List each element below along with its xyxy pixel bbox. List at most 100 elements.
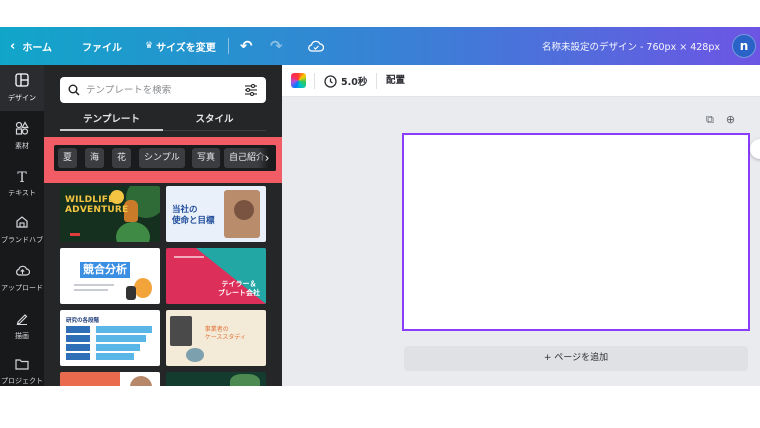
template-text: 事業者の ケーススタディ [204,326,246,341]
cloud-saved-icon[interactable] [308,27,324,65]
template-card-case-study[interactable]: 事業者の ケーススタディ [166,310,266,366]
template-text: 当社の 使命と目標 [172,205,215,226]
editor-area: 5.0秒 配置 ⧉ ⊕ + ページを追加 [282,65,760,386]
flow-bar [96,353,134,360]
brand-icon [15,215,29,233]
template-text: WILDLIFE ADVENTURE [65,195,129,215]
toolbar-divider [376,73,377,89]
toolbar-divider [314,73,315,89]
tab-styles[interactable]: スタイル [163,109,266,131]
illustration-shape [126,286,136,300]
rail-label-upload: アップロード [1,283,43,292]
flow-step [66,353,90,360]
home-label: ホーム [22,42,53,54]
rail-label-text: テキスト [8,189,36,197]
chip-row: 夏 海 花 シンプル 写真 自己紹介 › [54,145,276,171]
filter-sliders-icon[interactable] [244,84,258,96]
chip-simple[interactable]: シンプル [139,148,185,168]
draw-icon [15,311,29,329]
chevron-right-icon[interactable]: › [258,145,276,171]
text-line [74,284,114,286]
color-picker-icon[interactable] [291,73,306,88]
file-menu-button[interactable]: ファイル [82,27,122,65]
leaf-shape [116,222,150,242]
home-button[interactable]: ‹ ホーム [10,27,52,65]
topbar-divider [228,38,229,54]
upload-icon [15,264,30,281]
add-page-icon[interactable]: ⊕ [726,113,735,127]
app-window: ‹ ホーム ファイル ♛ サイズを変更 ↶ ↷ 名称未設定のデザイン - 760… [0,27,760,386]
rail-item-draw[interactable]: 描画 [0,303,44,349]
chip-flower[interactable]: 花 [112,148,132,168]
position-button[interactable]: 配置 [386,65,405,97]
photo-shape [230,374,260,386]
document-title[interactable]: 名称未設定のデザイン - 760px × 428px [542,27,720,65]
text-line [74,289,108,291]
tab-templates[interactable]: テンプレート [60,109,163,131]
rail-item-projects[interactable]: プロジェクト [0,349,44,386]
layout-icon [15,73,29,91]
rail-item-design[interactable]: デザイン [0,65,44,111]
undo-icon[interactable]: ↶ [240,27,253,65]
elements-icon [15,121,29,139]
context-toolbar: 5.0秒 配置 [282,65,760,97]
templates-panel: テンプレート スタイル 夏 海 花 シンプル 写真 自己紹介 › WILDLIF… [44,65,282,386]
left-rail: デザイン 素材 T テキスト ブランドハブ アップロード 描画 プロジェクト [0,65,44,386]
flow-bar [96,326,152,333]
rail-label-projects: プロジェクト [1,377,43,385]
duration-button[interactable]: 5.0秒 [324,65,367,97]
chip-photo[interactable]: 写真 [192,148,221,168]
photo-shape [234,200,254,220]
cup-shape [186,348,204,362]
rail-item-upload[interactable]: アップロード [0,255,44,301]
search-input[interactable] [86,84,244,96]
rail-item-text[interactable]: T テキスト [0,161,44,207]
rail-label-design: デザイン [8,94,36,102]
template-card-mission[interactable]: 当社の 使命と目標 [166,186,266,242]
rail-item-brand[interactable]: ブランドハブ [0,207,44,253]
redo-icon[interactable]: ↷ [270,27,283,65]
crown-icon: ♛ [145,41,154,51]
template-card-wildlife[interactable]: WILDLIFE ADVENTURE [60,186,160,242]
panel-tabs: テンプレート スタイル [60,109,266,131]
clock-icon [324,74,337,88]
rail-label-draw: 描画 [15,332,29,340]
resize-button[interactable]: ♛ サイズを変更 [145,27,216,65]
flow-bar [96,344,140,351]
folder-icon [15,358,29,374]
notebook-shape [170,316,192,346]
top-bar: ‹ ホーム ファイル ♛ サイズを変更 ↶ ↷ 名称未設定のデザイン - 760… [0,27,760,65]
accent-shape [70,233,80,236]
avatar[interactable]: n [732,34,756,58]
flow-step [66,326,90,333]
chip-summer[interactable]: 夏 [58,148,78,168]
page-tools: ⧉ ⊕ [706,113,735,127]
rail-item-elements[interactable]: 素材 [0,113,44,159]
chevron-left-icon: ‹ [10,38,16,54]
flow-step [66,335,90,342]
rail-label-brand: ブランドハブ [1,236,43,244]
chips-highlight: 夏 海 花 シンプル 写真 自己紹介 › [44,137,282,183]
template-card-partial-1[interactable] [60,372,160,386]
template-card-partial-2[interactable] [166,372,266,386]
file-label: ファイル [82,42,122,54]
template-search[interactable] [60,77,266,103]
duration-label: 5.0秒 [341,77,368,88]
rail-label-elements: 素材 [15,142,29,150]
template-text: テイラー＆ ブレート会社 [218,280,260,297]
canvas-page[interactable] [402,133,750,331]
duplicate-page-icon[interactable]: ⧉ [706,113,714,127]
add-page-button[interactable]: + ページを追加 [404,346,748,371]
scroll-handle[interactable] [750,139,760,159]
template-card-competition[interactable]: 競合分析 [60,248,160,304]
flow-step [66,344,90,351]
template-text: 研究の各段階 [66,318,100,324]
template-text: 競合分析 [80,262,130,278]
chip-sea[interactable]: 海 [85,148,105,168]
resize-label: サイズを変更 [156,42,216,54]
template-card-company[interactable]: テイラー＆ ブレート会社 [166,248,266,304]
search-icon [68,84,80,96]
template-card-research[interactable]: 研究の各段階 [60,310,160,366]
illustration-shape [134,278,152,298]
text-icon: T [17,170,27,186]
